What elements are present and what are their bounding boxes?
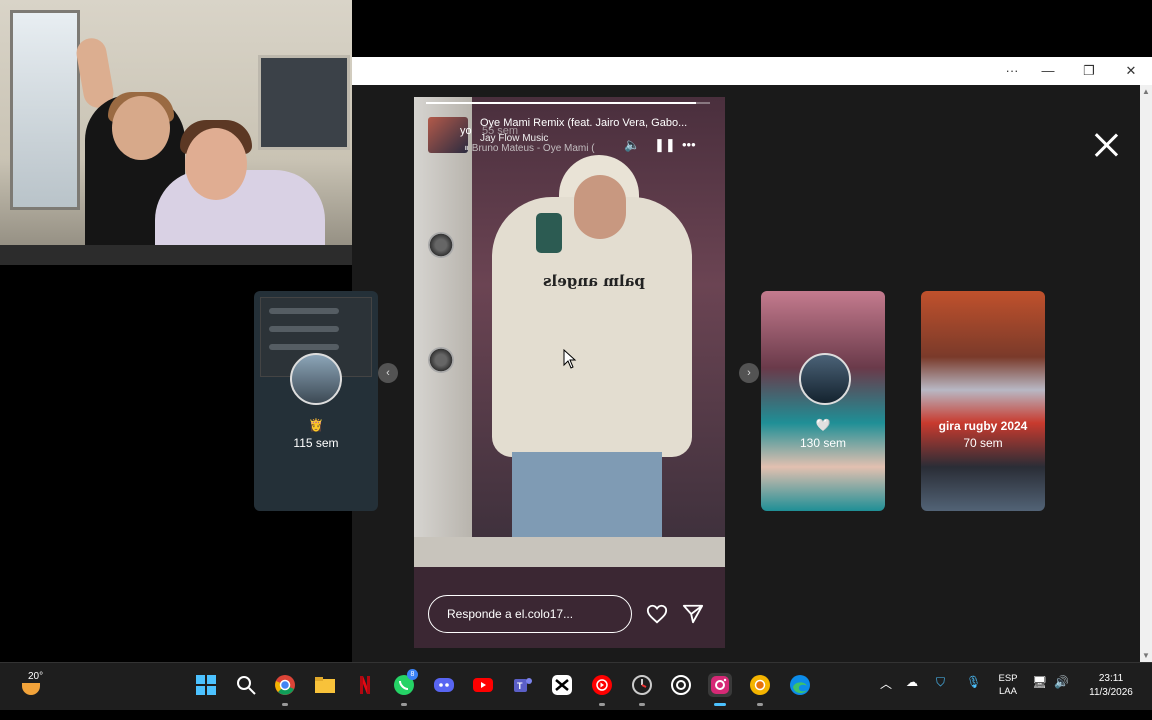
more-icon[interactable]: ••• [682, 137, 696, 152]
active-story[interactable]: palm angels Oye Mami Remix (feat. Jairo … [414, 97, 725, 648]
chrome-canary-icon[interactable] [748, 673, 772, 706]
avatar [799, 353, 851, 405]
music-sticker[interactable]: Oye Mami Remix (feat. Jairo Vera, Gabo..… [428, 107, 712, 159]
time: 23:11 [1098, 673, 1124, 684]
weather-icon [22, 683, 40, 695]
scroll-down-icon[interactable]: ▼ [1142, 651, 1150, 660]
pause-icon[interactable]: ❚❚ [654, 137, 676, 153]
story-card-highlight[interactable]: gira rugby 2024 70 sem [921, 291, 1045, 511]
jeans [512, 452, 662, 542]
desk [0, 245, 352, 265]
story-photo: palm angels [414, 97, 725, 567]
language-indicator[interactable]: ESP LAA [993, 672, 1023, 698]
notification-badge: 8 [407, 669, 418, 680]
restore-button[interactable]: ❐ [1074, 61, 1104, 81]
onedrive-icon[interactable]: ☁ [906, 675, 918, 689]
teams-icon[interactable]: T [511, 673, 535, 697]
instagram-icon[interactable] [708, 673, 732, 706]
next-arrow-icon[interactable]: › [739, 363, 759, 383]
door-knob [428, 347, 454, 373]
language-code: ESP [998, 673, 1018, 684]
minimize-button[interactable]: — [1033, 61, 1063, 81]
send-icon[interactable] [682, 603, 704, 625]
whatsapp-icon[interactable]: 8 [392, 669, 418, 706]
svg-text:T: T [517, 681, 523, 691]
room-window [10, 10, 80, 210]
story-age: 115 sem [293, 436, 339, 450]
discord-icon[interactable] [432, 673, 456, 697]
screenshot-row [269, 308, 339, 314]
reply-input[interactable]: Responde a el.colo17... [428, 595, 632, 633]
story-progress-fill [426, 102, 696, 104]
capcut-icon[interactable] [550, 673, 574, 697]
story-username: yo [460, 125, 472, 137]
previous-arrow-icon[interactable]: ‹ [378, 363, 398, 383]
show-hidden-icons[interactable]: ︿ [880, 675, 892, 692]
next-song-text: Bruno Mateus - Oye Mami ( [471, 143, 595, 154]
search-icon[interactable] [234, 673, 258, 697]
door-knob [428, 232, 454, 258]
heart-emoji-icon: 🤍 [815, 418, 831, 432]
microphone-icon[interactable]: 🎙 [966, 675, 981, 689]
netflix-icon[interactable] [353, 673, 377, 697]
windows-start-icon[interactable] [194, 673, 218, 697]
next-song: ⏸ Bruno Mateus - Oye Mami ( [464, 143, 595, 154]
scroll-up-icon[interactable]: ▲ [1142, 87, 1150, 96]
avatar [290, 353, 342, 405]
room-window-right [258, 55, 350, 150]
mouse-cursor-icon [563, 349, 577, 369]
close-story-icon[interactable] [1093, 132, 1119, 158]
close-window-button[interactable]: ✕ [1116, 61, 1146, 81]
story-progress-bar [426, 102, 710, 104]
phone [536, 213, 562, 253]
story-card-previous[interactable]: 👸 115 sem [254, 291, 378, 511]
edge-icon[interactable] [788, 673, 812, 697]
screen-bottom-bar [0, 710, 1152, 720]
youtube-music-icon[interactable] [590, 673, 614, 706]
security-icon[interactable]: ⛉ [936, 675, 945, 690]
weather-temp: 20° [28, 671, 44, 682]
story-age: 130 sem [799, 436, 847, 450]
chatgpt-icon[interactable] [669, 673, 693, 697]
face [574, 175, 626, 239]
file-explorer-icon[interactable] [313, 673, 337, 697]
story-viewer: 👸 115 sem ‹ palm angels Oye Mami Remix (… [254, 85, 1140, 662]
chrome-icon[interactable] [273, 673, 297, 706]
story-age: 70 sem [963, 436, 1003, 450]
hoodie-logo-text: palm angels [543, 272, 645, 290]
volume-icon[interactable]: 🔊 [1054, 675, 1069, 689]
keyboard-layout: LAA [999, 686, 1017, 697]
mirror-frame [414, 97, 472, 567]
webcam-overlay [0, 0, 352, 265]
screenshot-row [269, 326, 339, 332]
emoji-icon: 👸 [308, 418, 324, 432]
screen: ··· — ❐ ✕ 👸 115 sem ‹ palm angels Oye Ma… [0, 0, 1152, 720]
streamer-right-head [185, 128, 247, 200]
heart-icon[interactable] [646, 603, 668, 625]
more-options-button[interactable]: ··· [997, 61, 1027, 81]
mute-icon[interactable]: 🔈 [624, 137, 640, 153]
network-icon[interactable]: 🖥 [1032, 675, 1047, 689]
system-clock[interactable]: 23:11 11/3/2026 [1078, 672, 1144, 700]
weather-widget[interactable]: 20° [18, 671, 58, 701]
mirror-frame-bottom [414, 537, 725, 567]
scrollbar[interactable]: ▲ ▼ [1140, 85, 1152, 662]
title-bar: ··· — ❐ ✕ [352, 57, 1152, 85]
highlight-title: gira rugby 2024 [938, 419, 1028, 433]
clock-app-icon[interactable] [630, 673, 654, 706]
story-card-next[interactable]: 🤍 130 sem [761, 291, 885, 511]
screenshot-row [269, 344, 339, 350]
browser-window: ··· — ❐ ✕ 👸 115 sem ‹ palm angels Oye Ma… [254, 57, 1152, 662]
taskbar: 20° 8 T ︿ ☁ ⛉ 🎙 ESP LAA 🖥 🔊 23:11 11/3/2… [0, 662, 1152, 710]
streamer-left-head [112, 96, 170, 160]
date: 11/3/2026 [1089, 687, 1133, 698]
youtube-icon[interactable] [471, 673, 495, 697]
